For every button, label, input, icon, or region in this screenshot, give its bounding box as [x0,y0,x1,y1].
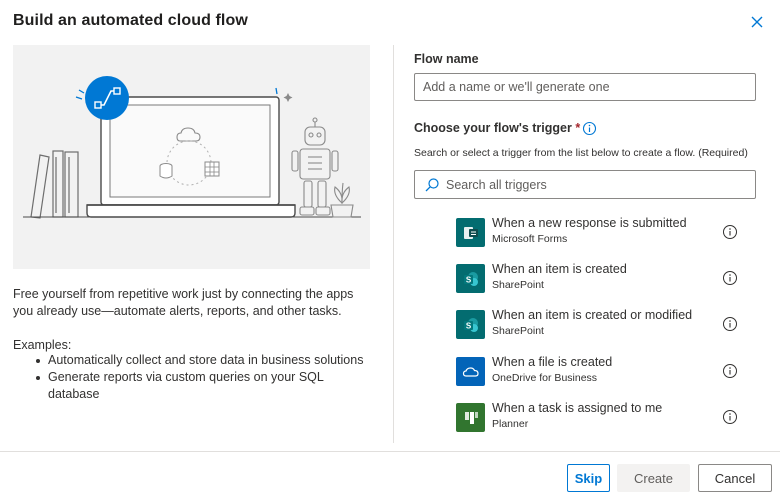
svg-text:S: S [465,275,471,284]
create-button[interactable]: Create [617,464,690,492]
trigger-source: Microsoft Forms [492,233,568,245]
footer-divider [0,451,780,452]
trigger-hint: Search or select a trigger from the list… [414,147,748,159]
trigger-search-box[interactable] [414,170,756,199]
trigger-item-forms-response[interactable]: When a new response is submitted Microso… [456,216,756,250]
trigger-label-text: Choose your flow's trigger [414,121,572,135]
dialog-title: Build an automated cloud flow [13,12,248,29]
trigger-name: When a task is assigned to me [492,401,663,415]
flow-name-input[interactable] [414,73,756,101]
sharepoint-icon: S [456,264,485,293]
planner-icon [456,403,485,432]
info-icon[interactable] [722,409,738,425]
close-icon[interactable] [748,13,766,31]
trigger-item-sharepoint-created-modified[interactable]: S When an item is created or modified Sh… [456,308,756,342]
trigger-label: Choose your flow's trigger * [414,121,580,135]
trigger-name: When a new response is submitted [492,216,687,230]
info-icon[interactable] [722,270,738,286]
trigger-name: When a file is created [492,355,613,369]
examples-list: Automatically collect and store data in … [34,352,370,403]
trigger-item-planner-task-assigned[interactable]: When a task is assigned to me Planner [456,401,756,435]
flow-name-label: Flow name [414,52,479,66]
example-item: Automatically collect and store data in … [34,352,370,369]
info-icon[interactable] [722,224,738,240]
forms-icon [456,218,485,247]
info-icon[interactable] [722,363,738,379]
trigger-search-input[interactable] [446,171,746,198]
info-icon[interactable] [582,121,597,136]
example-item: Generate reports via custom queries on y… [34,369,370,403]
trigger-source: SharePoint [492,279,544,291]
info-icon[interactable] [722,316,738,332]
required-mark: * [575,121,581,135]
trigger-source: SharePoint [492,325,544,337]
skip-button[interactable]: Skip [567,464,610,492]
trigger-source: Planner [492,418,529,430]
onedrive-icon [456,357,485,386]
cancel-button[interactable]: Cancel [698,464,772,492]
svg-text:S: S [465,321,471,330]
panel-divider [393,45,394,443]
trigger-name: When an item is created or modified [492,308,693,322]
hero-illustration [13,45,370,269]
description-text: Free yourself from repetitive work just … [13,287,354,318]
trigger-source: OneDrive for Business [492,372,598,384]
sharepoint-icon: S [456,310,485,339]
trigger-item-onedrive-file-created[interactable]: When a file is created OneDrive for Busi… [456,355,756,389]
search-icon [424,177,440,193]
trigger-name: When an item is created [492,262,627,276]
trigger-item-sharepoint-created[interactable]: S When an item is created SharePoint [456,262,756,296]
